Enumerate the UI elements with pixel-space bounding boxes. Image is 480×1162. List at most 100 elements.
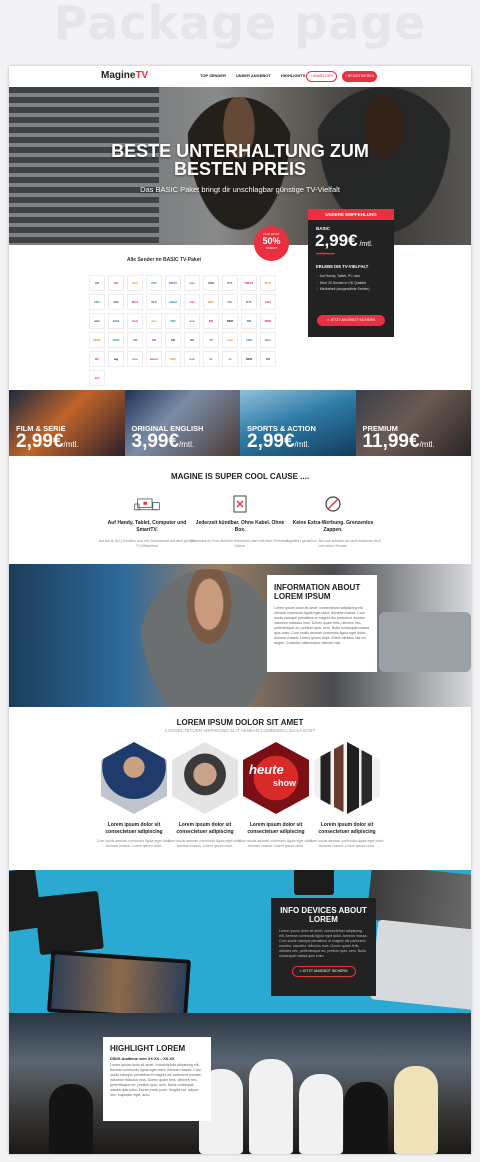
page-frame: MagineTV TOP SENDER UNSER ANGEBOT HIGHLI… [9,66,471,1154]
card-old-price: 4,99€ /mtl. [316,251,335,256]
channel-logo: ZDF [165,351,181,367]
channel-logo: ZDF [89,294,105,310]
channel-logo: 3sat [127,313,143,329]
package-premium[interactable]: PREMIUM 11,99€/mtl. [355,390,471,456]
trooper-image [249,1059,293,1154]
card-feature-list: Auf Handy, Tablet, PC usw. Über 20 Sende… [316,273,370,293]
trooper-image [49,1084,93,1154]
channel-logo: sixx [184,275,200,291]
card-header: UNSERE EMPFEHLUNG [308,209,394,220]
heute-title: heute [249,762,284,777]
show-card-1: Lorem ipsum dolor sit consectetuer adipi… [96,822,172,848]
channel-logo: ARD [241,332,257,348]
channel-logo: TLC [146,294,162,310]
channel-logo: BR [184,332,200,348]
channel-logo: N24 [260,294,276,310]
devices-cta-button[interactable]: > JETZT ANGEBOT SICHERN [291,966,356,977]
register-button[interactable]: > REGISTRIEREN [342,71,377,82]
info-text: Lorem ipsum dolor sit amet, consectetuer… [274,606,370,645]
channel-logo: MAX [127,294,143,310]
hero-title: BESTE UNTERHALTUNG ZUM BESTEN PREIS [111,141,369,179]
cool-title: MAGINE IS SUPER COOL CAUSE .... [170,472,310,481]
no-ads-icon [320,494,346,514]
heute-subtitle: show [273,778,297,788]
tablet-image [47,950,191,1013]
channel-logo: HR [146,332,162,348]
devices-icon [134,494,160,514]
channel-logo: SAT [127,275,143,291]
channel-logo: DF [89,351,105,367]
channel-logo: sixx [184,294,200,310]
channel-logo: neo [127,351,143,367]
channel-logo: mux [222,332,238,348]
show-card-4: Lorem ipsum dolor sit consectetuer adipi… [309,822,385,848]
trooper-image [344,1082,388,1154]
channel-logo: TEL [222,294,238,310]
channel-logo: MTV [260,275,276,291]
shows-title: LOREM IPSUM DOLOR SIT AMET [176,718,304,727]
show-image-group[interactable] [314,742,380,814]
cancel-icon [227,494,253,514]
coffee-machine-image [379,612,471,672]
devices-section [9,870,471,1013]
highlight-box: HIGHLIGHT LOREM DSDS Audtions vom XX.XX … [103,1037,211,1121]
channel-logo: NDR [241,351,257,367]
show-card-2: Lorem ipsum dolor sit consectetuer adipi… [167,822,243,848]
channel-logo: RTL [241,294,257,310]
feature-devices: Auf Handy, Tablet, Computer und SmartTV.… [97,494,197,549]
card-erlebe: ERLEBE DIE TV-VIELFALT [316,264,369,269]
package-bar: FILM & SERIE 2,99€/mtl. ORIGINAL ENGLISH… [9,390,471,456]
nav-item-top-sender[interactable]: TOP SENDER [200,73,226,78]
channel-logo: NDR [222,313,238,329]
channel-logo: HD [108,275,124,291]
show-image-football[interactable] [101,742,167,814]
card-cta-button[interactable]: > JETZT ANGEBOT SICHERN [317,315,385,326]
channel-logo: kabel [165,294,181,310]
recommendation-card: UNSERE EMPFEHLUNG BASIC 2,99€ /mtl. 4,99… [308,209,394,337]
channel-logo: BR [203,313,219,329]
info-title: INFORMATION ABOUT LOREM IPSUM [274,583,361,601]
set-top-box-image [34,890,104,956]
channel-logo: ZDF [146,275,162,291]
feature-cancel: Jederzeit kündbar. Ohne Kabel. Ohne Box.… [190,494,290,549]
channel-logo: BR [260,351,276,367]
trooper-image [394,1066,438,1154]
nav-item-highlights[interactable]: HIGHLIGHTS [281,73,306,78]
devices-box: INFO DEVICES ABOUT LOREM Lorem ipsum dol… [271,898,376,996]
devices-text: Lorem ipsum dolor sit amet, consectetuer… [279,929,368,958]
channel-logo: MDR [260,313,276,329]
channel-logo: rbb [127,332,143,348]
page-label: Package page [53,0,427,50]
channel-logo: HD [89,275,105,291]
channel-logo: DNY [203,294,219,310]
channel-logo: BR [241,313,257,329]
remote-image [294,870,334,895]
info-box: INFORMATION ABOUT LOREM IPSUM Lorem ipsu… [267,575,377,672]
main-nav: TOP SENDER UNSER ANGEBOT HIGHLIGHTS [200,73,306,78]
package-english[interactable]: ORIGINAL ENGLISH 3,99€/mtl. [124,390,240,456]
highlight-section [9,1013,471,1154]
highlight-title: HIGHLIGHT LOREM [110,1044,186,1053]
logo[interactable]: MagineTV [101,70,148,81]
hero-subtitle: Das BASIC Paket bringt dir unschlagbar g… [140,185,340,194]
show-image-portrait[interactable] [172,742,238,814]
login-button[interactable]: > ANMELDEN [306,71,337,82]
channel-logo: one [184,313,200,329]
channel-logo: ard [89,370,105,386]
package-sports[interactable]: SPORTS & ACTION 2,99€/mtl. [240,390,356,456]
trooper-image [299,1074,343,1154]
channel-logo: rb [222,351,238,367]
channel-logo: Kika [108,313,124,329]
package-film[interactable]: FILM & SERIE 2,99€/mtl. [9,390,125,456]
channel-logo: One [260,332,276,348]
channel-logo: arte [89,313,105,329]
laptop-keyboard-image [370,919,471,1011]
show-image-heute-show[interactable]: heute show [243,742,309,814]
channel-logo: VOX [203,275,219,291]
card-price: 2,99€ /mtl. [315,231,373,250]
nav-item-angebot[interactable]: UNSER ANGEBOT [236,73,271,78]
shows-subtitle: CONSECTETUER ADIPISCING ELIT AENEAN COMM… [164,728,316,733]
channel-logo: SWR [108,332,124,348]
channel-grid: HD HD SAT ZDF PRO7 sixx VOX RTL DMAX MTV ZDF ZDF MAX… [89,275,289,386]
channel-logo: RTL [222,275,238,291]
